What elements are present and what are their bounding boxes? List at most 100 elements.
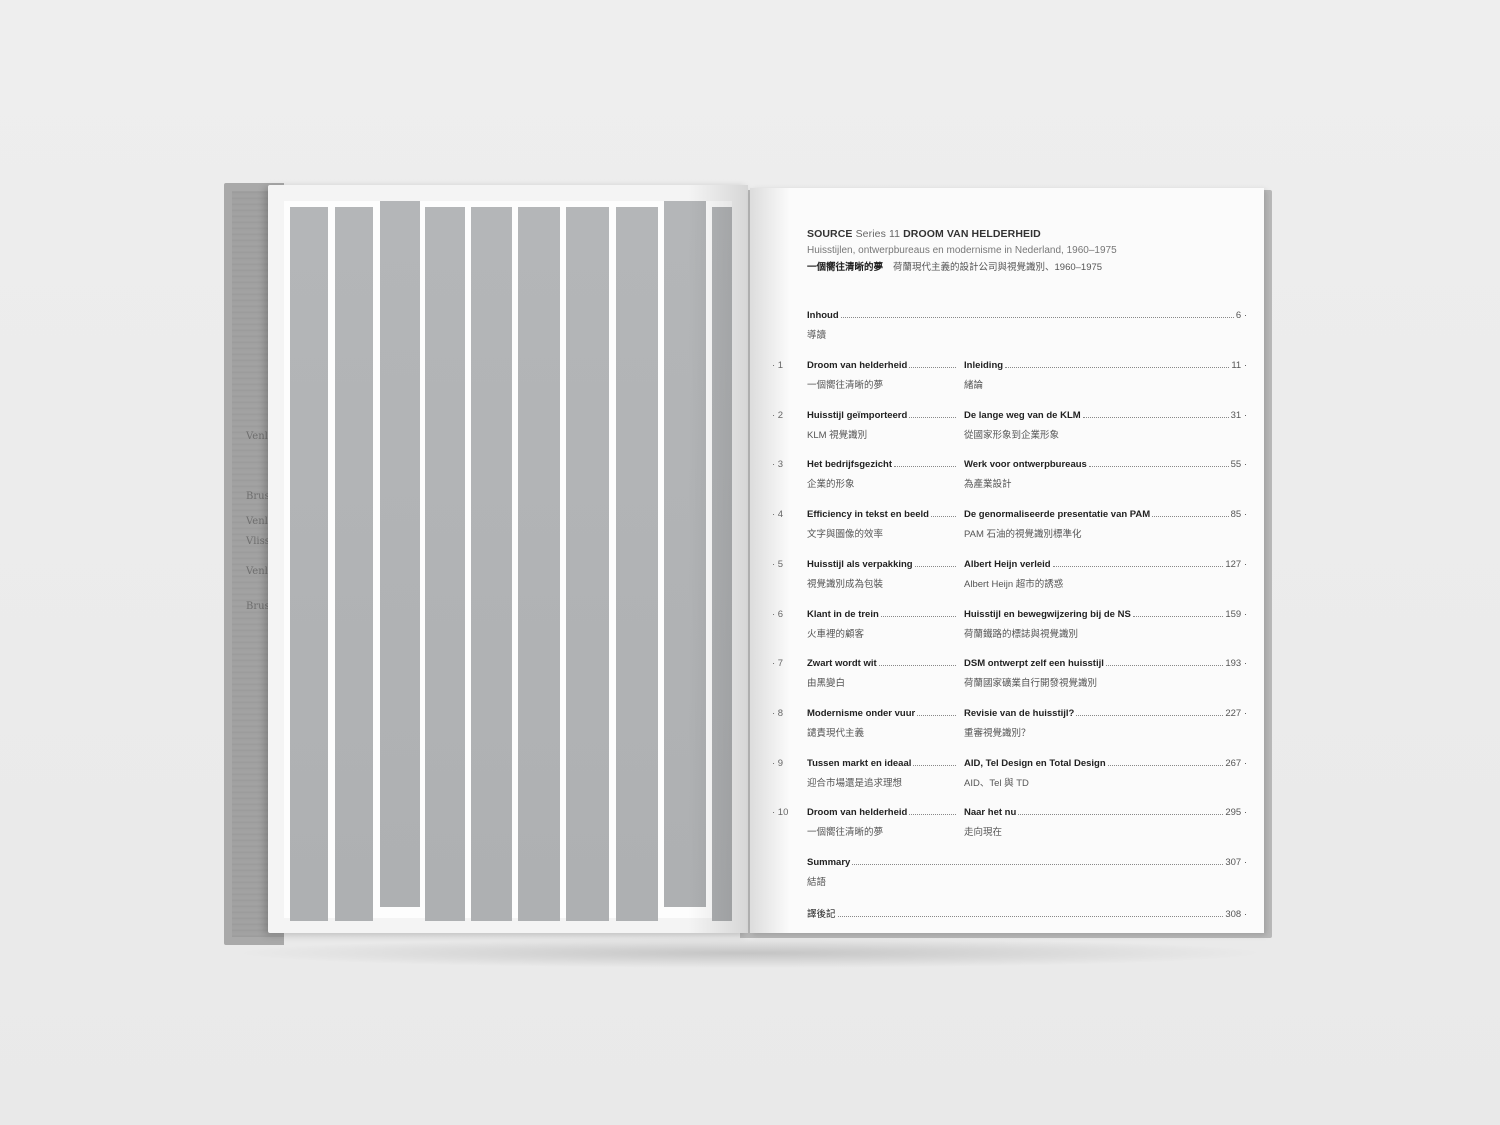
book-title-zh: 一個嚮往清晰的夢 — [807, 262, 884, 273]
page-number: 127 · — [1225, 558, 1247, 570]
chapter-number: · 10 — [772, 807, 789, 819]
chapter-title-title: De lange weg van de KLM — [964, 409, 1081, 421]
chapter-part-sub: 迎合市場還是追求理想 — [807, 777, 903, 789]
chapter-sub: Albert Heijn 超市的誘惑 — [964, 578, 1064, 590]
left-page — [268, 185, 748, 933]
chapter-part-title-title: Huisstijl geïmporteerd — [807, 409, 908, 421]
gutter-shadow — [688, 185, 748, 933]
toc-entry-intro-title: Inhoud — [807, 310, 839, 321]
chapter-title: AID, Tel Design en Total Design 267 · — [964, 758, 1247, 769]
chapter-title: Naar het nu 295 · — [964, 807, 1247, 818]
chapter-title: DSM ontwerpt zelf een huisstijl 193 · — [964, 658, 1247, 669]
chapter-title: Revisie van de huisstijl? 227 · — [964, 708, 1247, 719]
book-subtitle-nl: Huisstijlen, ontwerpbureaus en modernism… — [807, 245, 1117, 256]
dot-leader — [1018, 814, 1224, 816]
dot-leader — [894, 466, 956, 468]
chapter-title-title: Werk voor ontwerpbureaus — [964, 459, 1087, 471]
stripe-pattern — [284, 201, 732, 921]
toc-entry-summary-title: Summary — [807, 857, 851, 868]
chapter-sub: 荷蘭鐵路的標誌與視覺識別 — [964, 628, 1079, 640]
chapter-part-title-title: Zwart wordt wit — [807, 658, 877, 670]
dot-leader — [852, 864, 1224, 865]
chapter-number: · 9 — [772, 757, 784, 769]
chapter-part-sub: KLM 視覺識別 — [807, 429, 868, 441]
dot-leader — [837, 916, 1224, 917]
book-title: DROOM VAN HELDERHEID — [903, 228, 1041, 240]
chapter-part-title: Het bedrijfsgezicht — [807, 459, 958, 470]
chapter-part-sub: 視覺識別成為包裝 — [807, 578, 884, 590]
chapter-sub: PAM 石油的視覺識別標準化 — [964, 529, 1082, 541]
dot-leader — [1076, 714, 1224, 716]
toc-entry-intro: Inhoud 6 · — [807, 310, 1247, 321]
dot-leader — [840, 317, 1234, 318]
page-number: 307 · — [1225, 857, 1247, 868]
chapter-number: · 6 — [772, 608, 784, 620]
chapter-number: · 1 — [772, 360, 784, 371]
chapter-title: De lange weg van de KLM 31 · — [964, 410, 1247, 421]
page-number: 6 · — [1235, 310, 1247, 321]
chapter-part-title: Droom van helderheid — [807, 360, 958, 371]
page-number: 55 · — [1230, 459, 1247, 471]
chapter-title-title: Revisie van de huisstijl? — [964, 707, 1075, 719]
dot-leader — [909, 367, 956, 368]
chapter-part-title: Huisstijl geïmporteerd — [807, 410, 958, 421]
chapter-number: · 3 — [772, 459, 784, 471]
gutter-shadow — [750, 188, 790, 933]
stripe — [335, 207, 373, 921]
chapter-number: · 5 — [772, 558, 784, 570]
series-number: Series 11 — [855, 228, 901, 240]
right-page-contents: SOURCE Series 11 DROOM VAN HELDERHEID Hu… — [750, 188, 1264, 933]
chapter-part-sub: 一個嚮往清晰的夢 — [807, 380, 884, 391]
chapter-number: · 8 — [772, 707, 784, 719]
page-number: 11 · — [1231, 360, 1247, 371]
chapter-part-title: Klant in de trein — [807, 609, 958, 620]
chapter-part-title: Modernisme onder vuur — [807, 708, 958, 719]
page-number: 295 · — [1225, 807, 1247, 819]
dot-leader — [1088, 466, 1229, 468]
endpaper-text: Brus — [246, 491, 270, 502]
dot-leader — [1005, 367, 1230, 368]
chapter-title-title: Naar het nu — [964, 807, 1017, 819]
book-shadow — [232, 938, 1268, 968]
stripe — [380, 201, 420, 907]
chapter-title-title: De genormaliseerde presentatie van PAM — [964, 509, 1151, 521]
chapter-title: De genormaliseerde presentatie van PAM 85… — [964, 509, 1247, 520]
chapter-part-title: Efficiency in tekst en beeld — [807, 509, 958, 520]
chapter-number: · 2 — [772, 409, 784, 421]
page-number: 31 · — [1230, 409, 1247, 421]
book-subtitle-zh: 荷蘭現代主義的設計公司與視覺識別、1960–1975 — [893, 262, 1103, 273]
page-number: 193 · — [1225, 658, 1247, 670]
dot-leader — [1132, 615, 1224, 617]
chapter-sub: 走向現在 — [964, 827, 1003, 839]
toc-entry-afterword: 譯後記 308 · — [807, 906, 1247, 920]
stripe — [471, 207, 512, 921]
page-number: 159 · — [1225, 608, 1247, 620]
chapter-sub: 重審視覺識別？ — [964, 727, 1031, 739]
chapter-title: Inleiding 11 · — [964, 360, 1247, 371]
chapter-number: · 4 — [772, 509, 784, 521]
dot-leader — [1105, 665, 1224, 667]
page-number: 267 · — [1225, 757, 1247, 769]
chapter-part-title: Huisstijl als verpakking — [807, 559, 958, 570]
chapter-part-sub: 火車裡的顧客 — [807, 628, 865, 640]
chapter-title: Werk voor ontwerpbureaus 55 · — [964, 459, 1247, 470]
chapter-sub: 荷蘭國家礦業自行開發視覺識別 — [964, 678, 1098, 690]
book-subtitle-zh-line: 一個嚮往清晰的夢 荷蘭現代主義的設計公司與視覺識別、1960–1975 — [807, 259, 1117, 273]
chapter-part-title-title: Modernisme onder vuur — [807, 707, 916, 719]
page-number: 85 · — [1230, 509, 1247, 521]
chapter-title-title: Huisstijl en bewegwijzering bij de NS — [964, 608, 1131, 620]
chapter-part-title-title: Droom van helderheid — [807, 360, 908, 371]
chapter-part-title-title: Het bedrijfsgezicht — [807, 459, 892, 471]
dot-leader — [1152, 516, 1229, 518]
chapter-title-title: AID, Tel Design en Total Design — [964, 757, 1106, 769]
dot-leader — [914, 565, 956, 567]
page-number: 308 · — [1225, 909, 1247, 920]
chapter-part-title: Zwart wordt wit — [807, 658, 958, 669]
dot-leader — [878, 665, 956, 667]
stripe — [616, 207, 658, 921]
chapter-part-title-title: Efficiency in tekst en beeld — [807, 509, 929, 521]
dot-leader — [1107, 764, 1224, 766]
stripe — [425, 207, 465, 921]
series-line: SOURCE Series 11 DROOM VAN HELDERHEID — [807, 228, 1117, 240]
chapter-part-title-title: Huisstijl als verpakking — [807, 558, 913, 570]
